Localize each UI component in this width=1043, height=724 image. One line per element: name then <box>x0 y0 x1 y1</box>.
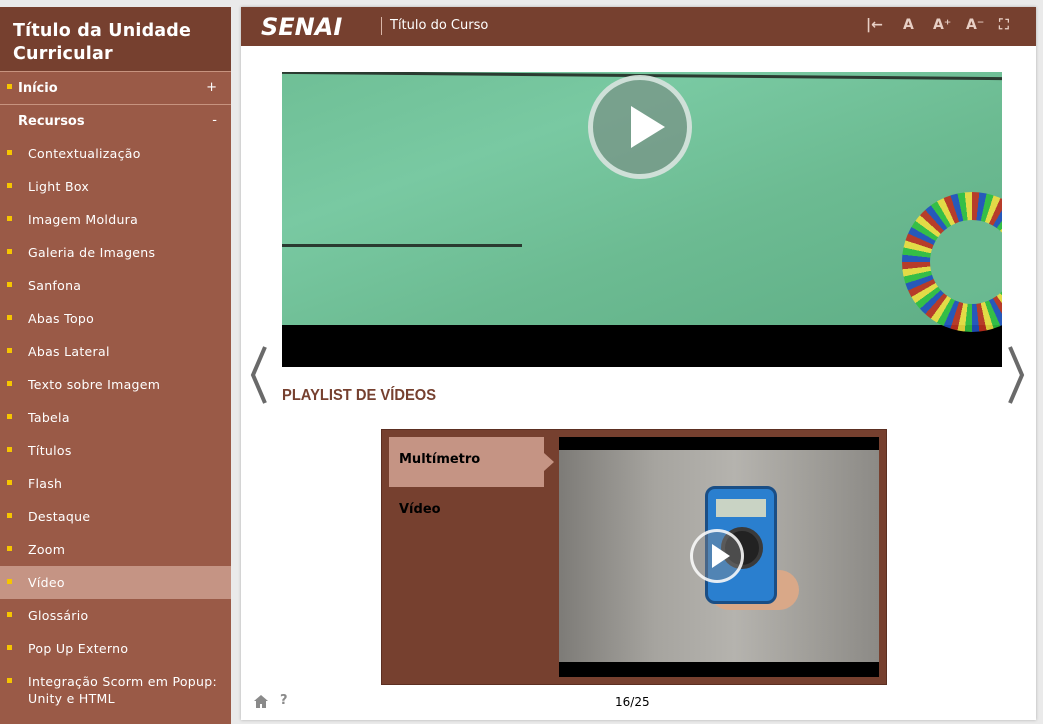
collapse-icon[interactable]: - <box>212 113 217 128</box>
header-divider <box>381 17 382 35</box>
video-scene-wheel <box>902 192 1002 332</box>
section-label: Recursos <box>18 113 85 129</box>
playlist-video-player[interactable] <box>559 437 879 677</box>
sidebar-item-imagem-moldura[interactable]: Imagem Moldura <box>0 203 231 236</box>
sidebar-item-integracao-scorm[interactable]: Integração Scorm em Popup: Unity e HTML <box>0 665 231 707</box>
sidebar-item-texto-sobre-imagem[interactable]: Texto sobre Imagem <box>0 368 231 401</box>
sidebar-item-label: Integração Scorm em Popup: Unity e HTML <box>28 674 217 706</box>
sidebar-item-label: Abas Topo <box>28 311 95 326</box>
help-icon[interactable]: ? <box>280 693 288 708</box>
play-icon[interactable] <box>588 75 692 179</box>
sidebar-item-contextualizacao[interactable]: Contextualização <box>0 137 231 170</box>
sidebar-item-tabela[interactable]: Tabela <box>0 401 231 434</box>
toggle-sidebar-icon[interactable]: |← <box>866 17 883 33</box>
bullet-icon <box>7 183 12 188</box>
bullet-icon <box>7 678 12 683</box>
main-video-player[interactable] <box>282 72 1002 367</box>
bullet-icon <box>7 381 12 386</box>
bullet-icon <box>7 579 12 584</box>
bullet-icon <box>7 315 12 320</box>
meter-screen <box>716 499 766 517</box>
sidebar-item-label: Contextualização <box>28 146 141 161</box>
bullet-icon <box>7 414 12 419</box>
bullet-icon <box>7 216 12 221</box>
sidebar-item-glossario[interactable]: Glossário <box>0 599 231 632</box>
page-counter: 16/25 <box>615 695 650 709</box>
playlist-title: PLAYLIST DE VÍDEOS <box>282 387 437 404</box>
sidebar-item-titulos[interactable]: Títulos <box>0 434 231 467</box>
video-playlist: Multímetro Vídeo <box>381 429 887 685</box>
playlist-item-label: Multímetro <box>399 452 481 467</box>
unit-title: Título da Unidade Curricular <box>0 7 231 71</box>
sidebar-item-light-box[interactable]: Light Box <box>0 170 231 203</box>
sidebar-item-label: Imagem Moldura <box>28 212 139 227</box>
sidebar-item-flash[interactable]: Flash <box>0 467 231 500</box>
sidebar-item-destaque[interactable]: Destaque <box>0 500 231 533</box>
playlist-item-multimetro[interactable]: Multímetro <box>389 437 554 487</box>
font-increase-icon[interactable]: A⁺ <box>933 17 951 33</box>
font-reset-icon[interactable]: A <box>903 17 914 33</box>
bullet-icon <box>7 480 12 485</box>
sidebar-item-zoom[interactable]: Zoom <box>0 533 231 566</box>
play-icon[interactable] <box>690 529 744 583</box>
sidebar-item-label: Sanfona <box>28 278 82 293</box>
sidebar-item-video[interactable]: Vídeo <box>0 566 231 599</box>
sidebar-item-label: Vídeo <box>28 575 65 590</box>
senai-logo: SENAI <box>261 13 343 41</box>
video-streak <box>282 244 522 247</box>
sidebar-item-label: Light Box <box>28 179 90 194</box>
sidebar-item-label: Zoom <box>28 542 66 557</box>
sidebar-item-galeria-de-imagens[interactable]: Galeria de Imagens <box>0 236 231 269</box>
sidebar-item-label: Abas Lateral <box>28 344 110 359</box>
sidebar-item-label: Tabela <box>28 410 70 425</box>
fullscreen-icon[interactable]: ⛶ <box>999 17 1009 33</box>
sidebar-item-abas-lateral[interactable]: Abas Lateral <box>0 335 231 368</box>
sidebar-item-label: Flash <box>28 476 63 491</box>
bullet-icon <box>7 84 12 89</box>
bullet-icon <box>7 249 12 254</box>
sidebar-item-sanfona[interactable]: Sanfona <box>0 269 231 302</box>
sidebar: Título da Unidade Curricular Início + Re… <box>0 7 231 724</box>
sidebar-item-label: Galeria de Imagens <box>28 245 156 260</box>
sidebar-item-label: Títulos <box>28 443 72 458</box>
bullet-icon <box>7 150 12 155</box>
content-panel: SENAI Título do Curso |← A A⁺ A⁻ ⛶ PLAYL… <box>241 7 1036 720</box>
bullet-icon <box>7 612 12 617</box>
bullet-icon <box>7 348 12 353</box>
bullet-icon <box>7 546 12 551</box>
playlist-item-video[interactable]: Vídeo <box>389 487 544 537</box>
playlist-item-label: Vídeo <box>399 502 441 517</box>
sidebar-item-pop-up-externo[interactable]: Pop Up Externo <box>0 632 231 665</box>
sidebar-item-label: Destaque <box>28 509 91 524</box>
sidebar-item-abas-topo[interactable]: Abas Topo <box>0 302 231 335</box>
top-bar: SENAI Título do Curso |← A A⁺ A⁻ ⛶ <box>241 7 1036 46</box>
bullet-icon <box>7 447 12 452</box>
chevron-left-icon[interactable] <box>249 345 269 405</box>
bullet-icon <box>7 513 12 518</box>
section-label: Início <box>18 80 58 96</box>
font-decrease-icon[interactable]: A⁻ <box>966 17 984 33</box>
sidebar-item-label: Pop Up Externo <box>28 641 129 656</box>
expand-icon[interactable]: + <box>206 80 217 95</box>
sidebar-section-recursos[interactable]: Recursos - <box>0 104 231 137</box>
sidebar-item-label: Texto sobre Imagem <box>28 377 161 392</box>
chevron-right-icon[interactable] <box>1006 345 1026 405</box>
sidebar-section-inicio[interactable]: Início + <box>0 71 231 104</box>
bullet-icon <box>7 645 12 650</box>
home-icon[interactable] <box>254 695 268 708</box>
course-title: Título do Curso <box>390 18 489 33</box>
sidebar-item-label: Glossário <box>28 608 89 623</box>
bullet-icon <box>7 282 12 287</box>
